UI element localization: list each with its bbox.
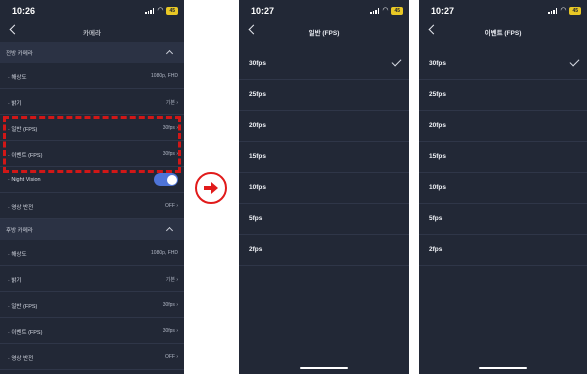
row-label: · 이벤트 (FPS)	[8, 330, 43, 336]
fps-option-25[interactable]: 25fps	[239, 80, 409, 111]
option-label: 5fps	[249, 215, 263, 222]
status-bar: 10:27 ◠ 45	[239, 0, 409, 22]
night-vision-toggle[interactable]	[154, 173, 178, 186]
fps-option-25[interactable]: 25fps	[419, 80, 587, 111]
row-label: · 일반 (FPS)	[8, 304, 38, 310]
arrow-right-icon	[195, 172, 227, 204]
row-value: 기본 ›	[165, 100, 178, 106]
toggle-knob	[166, 174, 177, 185]
row-rear-resolution[interactable]: · 해상도 1080p, FHD	[0, 240, 184, 266]
home-indicator[interactable]	[300, 367, 348, 369]
row-value: 30fps ›	[162, 302, 178, 308]
page-title: 일반 (FPS)	[308, 30, 340, 37]
row-value: 30fps ›	[162, 328, 178, 334]
section-label: 후방 카메라	[6, 228, 33, 234]
row-label: · 해상도	[8, 252, 27, 258]
row-label: · Night Vision	[8, 177, 41, 183]
wifi-icon: ◠	[157, 7, 164, 14]
arrow-glyph	[204, 182, 218, 194]
fps-option-2[interactable]: 2fps	[419, 235, 587, 266]
row-label: · 밝기	[8, 278, 22, 284]
battery-icon: 45	[166, 7, 178, 15]
event-fps-screen: 10:27 ◠ 45 이벤트 (FPS) 30fps 25fps 20fps 1…	[419, 0, 587, 374]
section-rear-camera[interactable]: 후방 카메라	[0, 219, 184, 240]
option-label: 20fps	[429, 122, 446, 129]
option-label: 2fps	[429, 246, 443, 253]
status-time: 10:26	[12, 6, 36, 16]
row-rear-brightness[interactable]: · 밝기 기본 ›	[0, 266, 184, 292]
chevron-up-icon	[165, 226, 174, 235]
status-bar: 10:27 ◠ 45	[419, 0, 587, 22]
status-time: 10:27	[431, 6, 455, 16]
home-indicator[interactable]	[479, 367, 527, 369]
row-rear-event-fps[interactable]: · 이벤트 (FPS) 30fps ›	[0, 318, 184, 344]
row-front-brightness[interactable]: · 밝기 기본 ›	[0, 89, 184, 115]
fps-highlight-box	[3, 116, 181, 173]
nav-bar: 일반 (FPS)	[239, 22, 409, 42]
status-icons: ◠ 45	[370, 7, 403, 15]
camera-settings-screen: 10:26 ◠ 45 카메라 전방 카메라 · 해상도 1080p, FHD ·…	[0, 0, 184, 374]
row-rear-normal-fps[interactable]: · 일반 (FPS) 30fps ›	[0, 292, 184, 318]
battery-icon: 45	[391, 7, 403, 15]
chevron-up-icon	[165, 49, 174, 58]
row-label: · 영상 반전	[8, 205, 34, 211]
row-label: · 밝기	[8, 101, 22, 107]
signal-icon	[370, 8, 380, 14]
section-front-camera[interactable]: 전방 카메라	[0, 42, 184, 63]
row-value: 1080p, FHD	[151, 73, 178, 79]
status-icons: ◠ 45	[548, 7, 581, 15]
signal-icon	[145, 8, 155, 14]
page-title: 카메라	[83, 30, 101, 37]
signal-icon	[548, 8, 558, 14]
fps-option-10[interactable]: 10fps	[239, 173, 409, 204]
row-value: OFF ›	[164, 354, 178, 360]
page-title: 이벤트 (FPS)	[484, 30, 522, 37]
row-label: · 해상도	[8, 75, 27, 81]
checkmark-icon	[391, 56, 402, 67]
row-value: OFF ›	[164, 203, 178, 209]
nav-bar: 이벤트 (FPS)	[419, 22, 587, 42]
row-front-resolution[interactable]: · 해상도 1080p, FHD	[0, 63, 184, 89]
row-value: 1080p, FHD	[151, 250, 178, 256]
fps-option-10[interactable]: 10fps	[419, 173, 587, 204]
fps-option-20[interactable]: 20fps	[419, 111, 587, 142]
row-label: · 영상 반전	[8, 356, 34, 362]
fps-option-5[interactable]: 5fps	[419, 204, 587, 235]
fps-option-15[interactable]: 15fps	[419, 142, 587, 173]
fps-option-15[interactable]: 15fps	[239, 142, 409, 173]
normal-fps-screen: 10:27 ◠ 45 일반 (FPS) 30fps 25fps 20fps 15…	[239, 0, 409, 374]
fps-option-30[interactable]: 30fps	[239, 49, 409, 80]
row-value: 기본 ›	[165, 277, 178, 283]
option-label: 30fps	[429, 60, 446, 67]
status-bar: 10:26 ◠ 45	[0, 0, 184, 22]
section-label: 전방 카메라	[6, 51, 33, 57]
option-label: 15fps	[429, 153, 446, 160]
option-label: 5fps	[429, 215, 443, 222]
status-time: 10:27	[251, 6, 275, 16]
battery-icon: 45	[569, 7, 581, 15]
option-label: 20fps	[249, 122, 266, 129]
fps-option-20[interactable]: 20fps	[239, 111, 409, 142]
fps-option-list: 30fps 25fps 20fps 15fps 10fps 5fps 2fps	[239, 49, 409, 266]
fps-option-5[interactable]: 5fps	[239, 204, 409, 235]
row-rear-flip[interactable]: · 영상 반전 OFF ›	[0, 344, 184, 370]
nav-bar: 카메라	[0, 22, 184, 42]
status-icons: ◠ 45	[145, 7, 178, 15]
option-label: 15fps	[249, 153, 266, 160]
option-label: 2fps	[249, 246, 263, 253]
option-label: 25fps	[249, 91, 266, 98]
option-label: 10fps	[249, 184, 266, 191]
fps-option-2[interactable]: 2fps	[239, 235, 409, 266]
fps-option-list: 30fps 25fps 20fps 15fps 10fps 5fps 2fps	[419, 49, 587, 266]
option-label: 10fps	[429, 184, 446, 191]
fps-option-30[interactable]: 30fps	[419, 49, 587, 80]
option-label: 30fps	[249, 60, 266, 67]
row-front-flip[interactable]: · 영상 반전 OFF ›	[0, 193, 184, 219]
wifi-icon: ◠	[382, 7, 389, 14]
wifi-icon: ◠	[560, 7, 567, 14]
checkmark-icon	[569, 56, 580, 67]
option-label: 25fps	[429, 91, 446, 98]
